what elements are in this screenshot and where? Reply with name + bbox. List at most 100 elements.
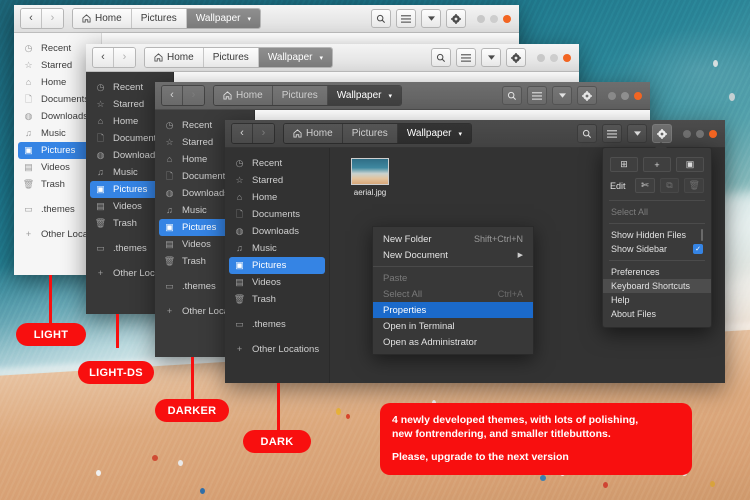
breadcrumb[interactable]: Home Pictures Wallpaper ▾	[72, 8, 261, 29]
context-menu[interactable]: New Folder Shift+Ctrl+N New Document ▶ P…	[372, 226, 534, 355]
gear-menu-keyboard-shortcuts[interactable]: Keyboard Shortcuts	[603, 279, 711, 293]
search-button[interactable]	[371, 9, 391, 28]
view-list-button[interactable]	[602, 124, 622, 143]
breadcrumb-home[interactable]: Home	[284, 124, 343, 143]
back-button[interactable]: ‹	[21, 9, 42, 28]
show-hidden-files-checkbox[interactable]	[701, 229, 703, 241]
minimize-button[interactable]	[477, 14, 485, 23]
menu-item-new-document[interactable]: New Document ▶	[373, 247, 533, 263]
sidebar-item-label: Trash	[113, 218, 137, 229]
breadcrumb-wallpaper[interactable]: Wallpaper ▾	[327, 86, 401, 105]
back-button[interactable]: ‹	[93, 48, 114, 67]
nav-group[interactable]: ‹ ›	[161, 85, 205, 106]
forward-button[interactable]: ›	[42, 9, 63, 28]
view-list-button[interactable]	[456, 48, 476, 67]
view-options-button[interactable]	[481, 48, 501, 67]
nav-group[interactable]: ‹ ›	[92, 47, 136, 68]
gear-menu-help[interactable]: Help	[603, 293, 711, 307]
sidebar-item-trash[interactable]: 🗑 Trash	[229, 291, 325, 308]
search-button[interactable]	[502, 86, 522, 105]
breadcrumb-pictures[interactable]: Pictures	[131, 9, 187, 28]
forward-button[interactable]: ›	[183, 86, 204, 105]
breadcrumb-pictures[interactable]: Pictures	[342, 124, 398, 143]
sidebar-item-themes[interactable]: ▭ .themes	[229, 316, 325, 333]
search-button[interactable]	[577, 124, 597, 143]
sidebar-item-starred[interactable]: ☆ Starred	[229, 172, 325, 189]
gear-button[interactable]	[446, 9, 466, 28]
breadcrumb-wallpaper[interactable]: Wallpaper ▾	[186, 9, 260, 28]
sidebar-item-videos[interactable]: ▤ Videos	[229, 274, 325, 291]
gear-menu-top-row[interactable]: ⊞ + ▣	[603, 154, 711, 175]
annotation-banner: 4 newly developed themes, with lots of p…	[380, 403, 692, 475]
close-button[interactable]	[503, 14, 511, 23]
cut-button[interactable]: ✄	[635, 178, 655, 193]
gear-menu-about-files[interactable]: About Files	[603, 307, 711, 321]
view-list-button[interactable]	[396, 9, 416, 28]
breadcrumb-home[interactable]: Home	[73, 9, 132, 28]
sidebar-item-other-locations[interactable]: + Other Locations	[229, 341, 325, 358]
menu-item-open-as-administrator[interactable]: Open as Administrator	[373, 334, 533, 350]
breadcrumb-wallpaper[interactable]: Wallpaper ▾	[397, 124, 471, 143]
toggle-show-sidebar[interactable]: Show Sidebar ✓	[603, 242, 711, 256]
gear-button[interactable]	[652, 124, 672, 143]
list-icon	[607, 129, 617, 138]
new-folder-button[interactable]: ▣	[676, 157, 704, 172]
breadcrumb-pictures[interactable]: Pictures	[272, 86, 328, 105]
back-button[interactable]: ‹	[232, 124, 253, 143]
sidebar-dark[interactable]: ◷ Recent ☆ Starred ⌂ Home 🗋 Documents ◍ Downl…	[225, 148, 330, 383]
sidebar-item-home[interactable]: ⌂ Home	[229, 189, 325, 206]
gear-button[interactable]	[506, 48, 526, 67]
maximize-button[interactable]	[550, 53, 558, 62]
sidebar-item-documents[interactable]: 🗋 Documents	[229, 206, 325, 223]
breadcrumb[interactable]: Home Pictures Wallpaper ▾	[283, 123, 472, 144]
window-controls[interactable]	[477, 14, 511, 23]
gear-menu-popover[interactable]: ⊞ + ▣ Edit ✄ ⧉ 🗑 Select All Show Hidden …	[602, 142, 712, 328]
nav-group[interactable]: ‹ ›	[20, 8, 64, 29]
sidebar-item-recent[interactable]: ◷ Recent	[229, 155, 325, 172]
window-controls[interactable]	[608, 91, 642, 100]
breadcrumb-wallpaper[interactable]: Wallpaper ▾	[258, 48, 332, 67]
breadcrumb[interactable]: Home Pictures Wallpaper ▾	[213, 85, 402, 106]
forward-button[interactable]: ›	[114, 48, 135, 67]
new-window-button[interactable]: ⊞	[610, 157, 638, 172]
toggle-show-hidden-files[interactable]: Show Hidden Files	[603, 228, 711, 242]
view-list-button[interactable]	[527, 86, 547, 105]
sidebar-item-downloads[interactable]: ◍ Downloads	[229, 223, 325, 240]
view-options-button[interactable]	[421, 9, 441, 28]
close-button[interactable]	[709, 129, 717, 138]
sidebar-item-label: Recent	[252, 158, 283, 169]
search-button[interactable]	[431, 48, 451, 67]
close-button[interactable]	[634, 91, 642, 100]
minimize-button[interactable]	[608, 91, 616, 100]
window-controls[interactable]	[683, 129, 717, 138]
minimize-button[interactable]	[537, 53, 545, 62]
show-sidebar-checkbox[interactable]: ✓	[693, 244, 703, 254]
maximize-button[interactable]	[621, 91, 629, 100]
back-button[interactable]: ‹	[162, 86, 183, 105]
breadcrumb-home[interactable]: Home	[145, 48, 204, 67]
zoom-in-button[interactable]: +	[643, 157, 671, 172]
gear-menu-preferences[interactable]: Preferences	[603, 265, 711, 279]
menu-item-properties[interactable]: Properties	[373, 302, 533, 318]
maximize-button[interactable]	[490, 14, 498, 23]
file-item-aerial[interactable]: aerial.jpg	[343, 158, 397, 197]
sidebar-item-pictures[interactable]: ▣ Pictures	[229, 257, 325, 274]
breadcrumb-pictures[interactable]: Pictures	[203, 48, 259, 67]
forward-button[interactable]: ›	[253, 124, 274, 143]
nav-group[interactable]: ‹ ›	[231, 123, 275, 144]
view-options-button[interactable]	[552, 86, 572, 105]
sidebar-item-label: Home	[41, 77, 67, 88]
menu-item-new-folder[interactable]: New Folder Shift+Ctrl+N	[373, 231, 533, 247]
breadcrumb[interactable]: Home Pictures Wallpaper ▾	[144, 47, 333, 68]
window-controls[interactable]	[537, 53, 571, 62]
view-options-button[interactable]	[627, 124, 647, 143]
sidebar-item-music[interactable]: ♫ Music	[229, 240, 325, 257]
minimize-button[interactable]	[683, 129, 691, 138]
copy-button: ⧉	[659, 178, 680, 193]
gear-button[interactable]	[577, 86, 597, 105]
music-note-icon: ♫	[166, 205, 173, 215]
menu-item-open-in-terminal[interactable]: Open in Terminal	[373, 318, 533, 334]
maximize-button[interactable]	[696, 129, 704, 138]
close-button[interactable]	[563, 53, 571, 62]
breadcrumb-home[interactable]: Home	[214, 86, 273, 105]
